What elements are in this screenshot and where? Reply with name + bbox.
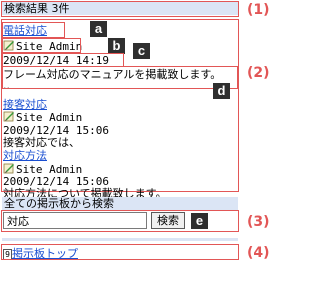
section-1-label: (1) [247,2,270,18]
result-author: Site Admin [16,111,83,124]
pencil-icon [3,111,14,122]
badge-a: a [90,21,107,37]
badge-b: b [108,38,125,54]
badge-e: e [191,213,208,229]
result-author-highlight [2,38,81,53]
badge-c: c [133,43,150,59]
section-2-label: (2) [247,65,270,81]
result-excerpt-highlight [2,66,238,89]
result-excerpt: 接客対応では、 [3,136,80,149]
result-title-link[interactable]: 対応方法 [3,149,47,162]
result-date-highlight [2,53,124,67]
badge-d: d [213,83,230,99]
section-4-frame [1,244,239,260]
section-4-label: (4) [247,245,270,261]
search-heading: 全ての掲示板から検索 [2,197,238,210]
section-1-frame [1,1,239,17]
pencil-icon [3,163,14,174]
footer-divider [2,238,238,241]
section-3-label: (3) [247,214,270,230]
result-title-highlight [2,22,65,38]
